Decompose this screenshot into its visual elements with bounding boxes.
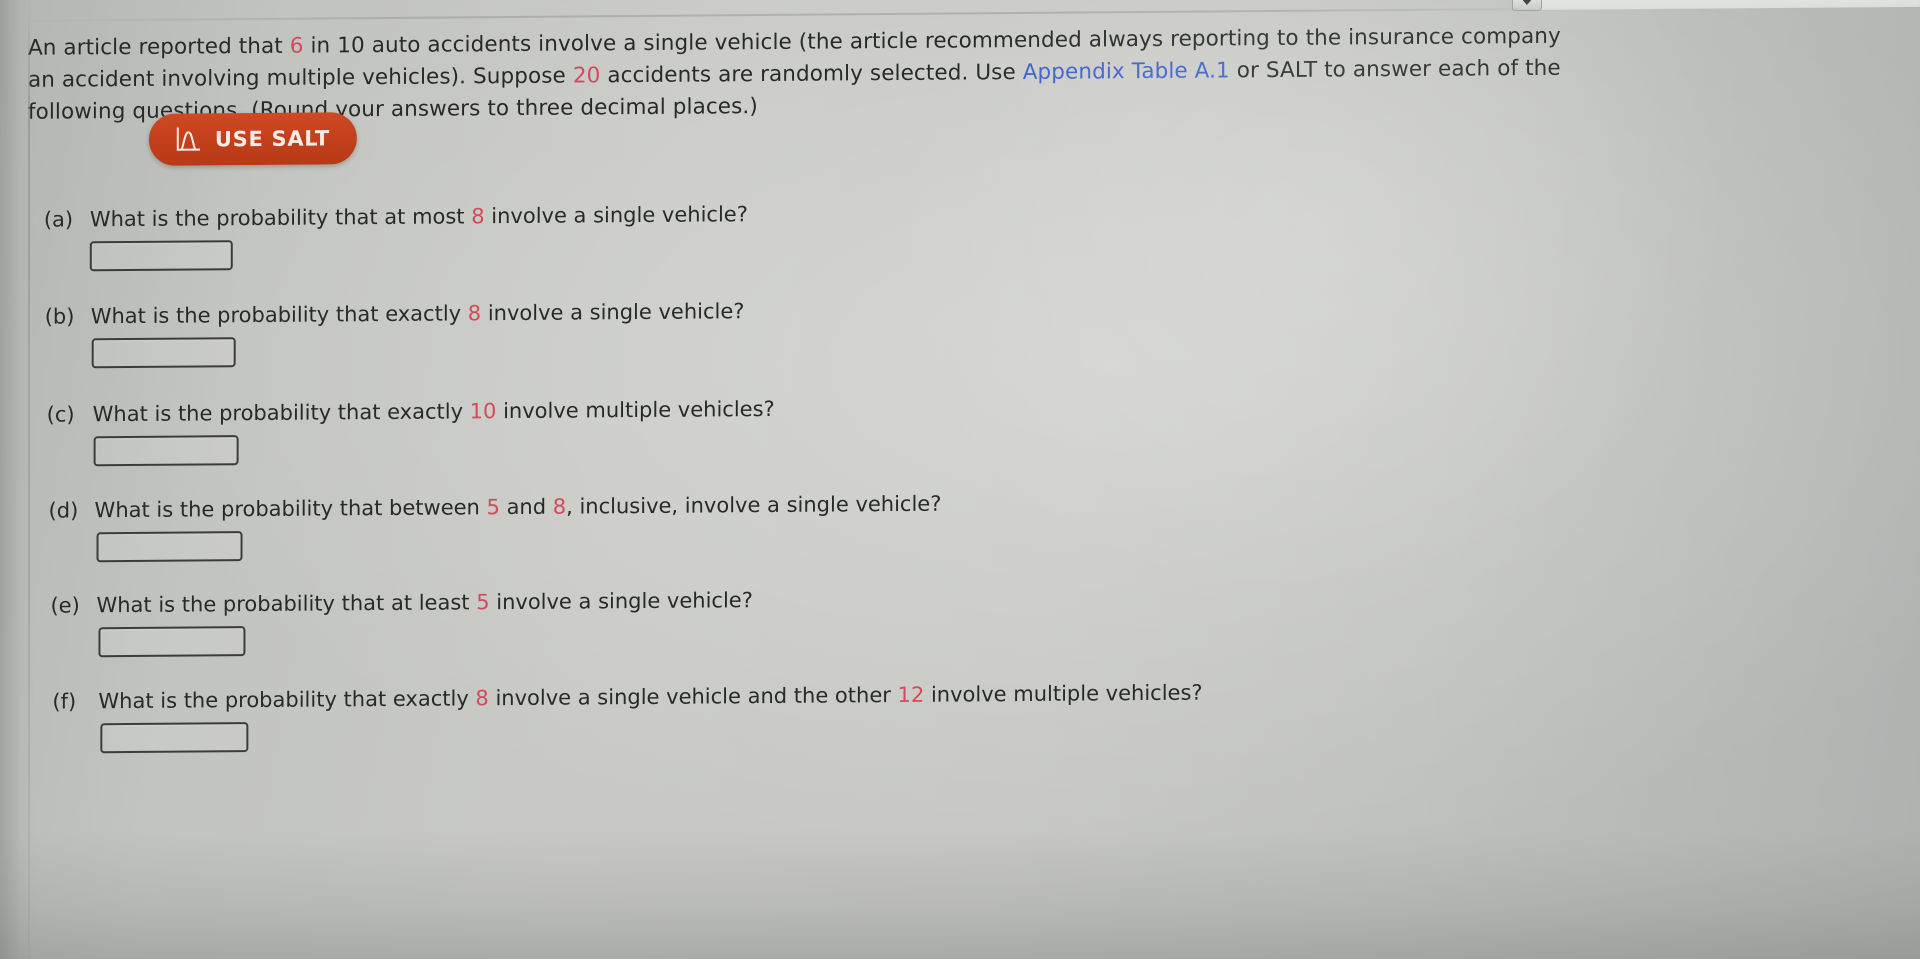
use-salt-label: USE SALT xyxy=(214,126,330,152)
question-a-body: What is the probability that at most 8 i… xyxy=(89,202,748,232)
question-c-letter: (c) xyxy=(46,402,75,427)
question-b: (b) What is the probability that exactly… xyxy=(45,297,745,369)
question-b-value: 8 xyxy=(467,301,482,326)
question-f-value: 8 xyxy=(475,686,489,711)
question-e: (e) What is the probability that at leas… xyxy=(50,586,753,658)
question-b-text: (b) What is the probability that exactly… xyxy=(45,297,745,330)
question-c-value: 10 xyxy=(469,399,497,424)
question-c: (c) What is the probability that exactly… xyxy=(47,395,775,467)
question-b-letter: (b) xyxy=(44,304,75,329)
page-edge-line xyxy=(28,0,30,959)
question-a: (a) What is the probability that at most… xyxy=(44,200,748,272)
question-a-text: (a) What is the probability that at most… xyxy=(44,200,748,234)
question-d-value2: 8 xyxy=(552,494,567,519)
question-f: (f) What is the probability that exactly… xyxy=(52,679,1203,754)
prompt-number-1: 6 xyxy=(289,33,304,59)
answer-input-a[interactable] xyxy=(89,240,233,272)
scrollbar[interactable] xyxy=(0,0,1920,23)
question-a-letter: (a) xyxy=(43,207,74,232)
question-e-text: (e) What is the probability that at leas… xyxy=(50,586,752,620)
bottom-edge-shadow xyxy=(0,829,1920,959)
answer-input-c[interactable] xyxy=(93,435,239,467)
appendix-table-link[interactable]: Appendix Table A.1 xyxy=(1023,58,1230,85)
question-a-value: 8 xyxy=(471,204,485,229)
prompt-text-3: accidents are randomly selected. Use xyxy=(600,59,1023,89)
question-d-value: 5 xyxy=(486,495,500,520)
question-c-text: (c) What is the probability that exactly… xyxy=(47,395,775,429)
question-f-body: What is the probability that exactly 8 i… xyxy=(98,680,1203,714)
header-divider xyxy=(29,8,1520,22)
question-f-letter: (f) xyxy=(52,689,77,714)
question-e-letter: (e) xyxy=(50,593,80,618)
question-f-text: (f) What is the probability that exactly… xyxy=(52,679,1202,716)
answer-input-e[interactable] xyxy=(98,626,246,658)
answer-input-d[interactable] xyxy=(96,531,243,563)
caret-shape xyxy=(1520,0,1533,5)
question-e-value: 5 xyxy=(476,590,490,615)
answer-input-b[interactable] xyxy=(91,337,236,369)
question-f-value2: 12 xyxy=(897,682,925,707)
use-salt-button[interactable]: USE SALT xyxy=(148,112,357,166)
question-b-body: What is the probability that exactly 8 i… xyxy=(90,299,745,329)
answer-input-f[interactable] xyxy=(100,722,249,754)
question-d-letter: (d) xyxy=(48,498,79,523)
question-d-text: (d) What is the probability that between… xyxy=(49,490,942,525)
distribution-curve-icon xyxy=(176,127,200,151)
question-d-body: What is the probability that between 5 a… xyxy=(94,491,942,523)
prompt-text-1: An article reported that xyxy=(27,33,290,61)
question-c-body: What is the probability that exactly 10 … xyxy=(92,396,775,427)
prompt-number-2: 20 xyxy=(572,63,601,89)
scrollbar-track[interactable] xyxy=(1529,0,1920,11)
photographed-screen-surface: An article reported that 6 in 10 auto ac… xyxy=(0,0,1920,959)
question-d: (d) What is the probability that between… xyxy=(49,490,942,563)
page-content: An article reported that 6 in 10 auto ac… xyxy=(0,0,1920,959)
question-e-body: What is the probability that at least 5 … xyxy=(96,588,753,618)
